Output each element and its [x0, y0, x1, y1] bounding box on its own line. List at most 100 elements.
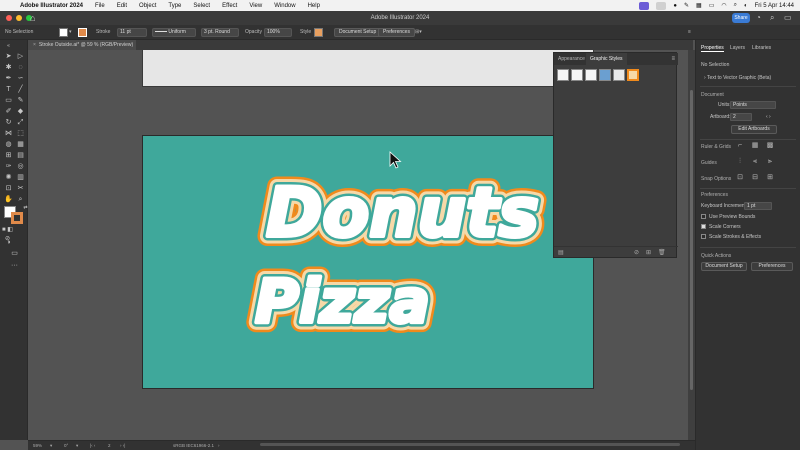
smart-guides-icon[interactable]: ⫸ — [766, 158, 774, 166]
zoom-dropdown-icon[interactable]: ▾ — [50, 443, 52, 449]
stroke-color-swatch[interactable] — [11, 212, 23, 224]
blend-tool-icon[interactable]: ◎ — [15, 162, 26, 171]
gradient-tool-icon[interactable]: ▤ — [15, 151, 26, 160]
edit-artboards-button[interactable]: Edit Artboards — [731, 125, 777, 134]
artboard-nav-first-icon[interactable]: |‹ ‹ — [90, 443, 95, 448]
style-swatch-outline[interactable] — [627, 69, 639, 81]
menu-effect[interactable]: Effect — [216, 3, 243, 9]
artboard-number[interactable]: 2 — [108, 443, 111, 448]
style-swatch-5[interactable] — [613, 69, 625, 81]
share-button[interactable]: Share — [732, 13, 750, 23]
paintbrush-icon[interactable]: ✎ — [15, 96, 26, 105]
more-tools-icon[interactable]: ··· — [9, 261, 20, 270]
artboard-tool-icon[interactable]: ⊡ — [3, 184, 14, 193]
snap-to-glyph-icon[interactable]: ⊞ — [766, 174, 774, 182]
panel-menu-icon[interactable]: ≡ — [671, 53, 675, 65]
style-swatch-default[interactable] — [557, 69, 569, 81]
quick-preferences-button[interactable]: Preferences — [751, 262, 793, 271]
use-preview-bounds-checkbox[interactable] — [701, 214, 706, 219]
status-app-icon-2[interactable] — [656, 1, 667, 10]
zoom-level[interactable]: 59% — [33, 443, 42, 448]
rotation-dropdown-icon[interactable]: ▾ — [76, 443, 78, 449]
menu-window[interactable]: Window — [268, 3, 301, 9]
perspective-grid-icon[interactable]: ▦ — [15, 140, 26, 149]
workspace-icon[interactable]: ▭ — [784, 13, 792, 22]
style-swatch-4[interactable] — [599, 69, 611, 81]
artboard-1[interactable] — [142, 50, 594, 87]
opacity-field[interactable]: 100% — [264, 28, 292, 37]
menu-select[interactable]: Select — [187, 3, 216, 9]
draw-mode-icon[interactable]: ◑ — [3, 238, 14, 247]
tab-libraries[interactable]: Libraries — [752, 45, 771, 51]
horizontal-scrollbar[interactable] — [260, 443, 680, 446]
mesh-tool-icon[interactable]: ⊞ — [3, 151, 14, 160]
panel-menu-icon[interactable]: ≡ — [688, 28, 691, 37]
arrange-icon[interactable]: ⊞▾ — [415, 28, 422, 37]
menu-file[interactable]: File — [89, 3, 111, 9]
lock-guides-icon[interactable]: ⫷ — [751, 158, 759, 166]
pen-icon[interactable]: ✎ — [684, 2, 689, 9]
battery-icon[interactable]: ▭ — [709, 2, 715, 9]
libraries-icon[interactable]: ▤ — [558, 249, 564, 256]
control-center-icon[interactable]: ◐ — [744, 3, 748, 9]
delete-style-icon[interactable]: 🗑 — [658, 249, 666, 256]
free-transform-icon[interactable]: ⬚ — [15, 129, 26, 138]
snap-to-pixel-icon[interactable]: ⊟ — [751, 174, 759, 182]
quick-document-setup-button[interactable]: Document Setup — [701, 262, 747, 271]
menu-object[interactable]: Object — [133, 3, 162, 9]
slice-tool-icon[interactable]: ✂ — [15, 184, 26, 193]
transparency-grid-icon[interactable]: ▩ — [766, 142, 774, 150]
artboard-number-field[interactable]: 2 — [730, 113, 752, 121]
hand-tool-icon[interactable]: ✋ — [3, 195, 14, 204]
scale-strokes-checkbox[interactable] — [701, 234, 706, 239]
shaper-tool-icon[interactable]: ✐ — [3, 107, 14, 116]
status-app-icon[interactable] — [639, 1, 650, 10]
stroke-weight-field[interactable]: 11 pt — [117, 28, 147, 37]
style-swatch[interactable] — [314, 28, 323, 37]
screen-mode-icon[interactable]: ▭ — [9, 249, 20, 258]
width-tool-icon[interactable]: ⋈ — [3, 129, 14, 138]
stroke-label[interactable]: Stroke — [96, 28, 110, 37]
status-menu-icon[interactable]: › — [218, 443, 220, 448]
collapse-icon[interactable]: « — [3, 42, 14, 51]
fill-swatch[interactable] — [59, 28, 68, 37]
menu-type[interactable]: Type — [162, 3, 187, 9]
wifi-icon[interactable]: ◠ — [721, 2, 726, 9]
clock[interactable]: Fri 5 Apr 14:44 — [755, 3, 794, 9]
record-icon[interactable]: ● — [673, 3, 677, 9]
grid-icon[interactable]: ▦ — [751, 142, 759, 150]
curvature-tool-icon[interactable]: ∽ — [15, 74, 26, 83]
stroke-profile-dropdown[interactable]: Uniform — [152, 28, 196, 37]
text-to-vector-action[interactable]: › Text to Vector Graphic (Beta) — [704, 75, 771, 81]
pizza-text[interactable]: Pizza — [253, 265, 432, 339]
direct-selection-tool-icon[interactable]: ▷ — [15, 52, 26, 61]
keyboard-increment-field[interactable]: 1 pt — [744, 202, 772, 210]
tab-appearance[interactable]: Appearance — [554, 53, 589, 65]
line-tool-icon[interactable]: ╱ — [15, 85, 26, 94]
ruler-icon[interactable]: ⌐ — [736, 142, 744, 150]
donuts-text[interactable]: Donuts — [264, 172, 541, 255]
lasso-icon[interactable]: ◌ — [15, 63, 26, 72]
fill-dropdown-icon[interactable]: ▾ — [69, 28, 72, 37]
brush-dropdown[interactable]: 3 pt. Round — [201, 28, 239, 37]
scale-tool-icon[interactable]: ⤢ — [15, 118, 26, 127]
graph-tool-icon[interactable]: ▥ — [15, 173, 26, 182]
menu-view[interactable]: View — [243, 3, 268, 9]
pen-tool-icon[interactable]: ✒ — [3, 74, 14, 83]
units-dropdown[interactable]: Points — [730, 101, 776, 109]
zoom-tool-icon[interactable]: ⌕ — [15, 195, 26, 204]
rectangle-tool-icon[interactable]: ▭ — [3, 96, 14, 105]
style-swatch-3[interactable] — [585, 69, 597, 81]
break-link-icon[interactable]: ⊘ — [634, 249, 639, 256]
rotation-value[interactable]: 0° — [64, 443, 68, 448]
menu-edit[interactable]: Edit — [111, 3, 133, 9]
document-tab[interactable]: × Stroke Outside.ai* @ 59 % (RGB/Preview) — [28, 40, 136, 50]
show-guides-icon[interactable]: ⫶ — [736, 158, 744, 166]
document-setup-button[interactable]: Document Setup — [334, 28, 382, 37]
grid-icon[interactable]: ▦ — [696, 2, 702, 9]
opacity-label[interactable]: Opacity — [245, 28, 262, 37]
eyedropper-icon[interactable]: ✑ — [3, 162, 14, 171]
artboard-nav-next-icon[interactable]: › ›| — [120, 443, 125, 448]
tab-graphic-styles[interactable]: Graphic Styles — [586, 53, 627, 65]
snap-to-point-icon[interactable]: ⊡ — [736, 174, 744, 182]
